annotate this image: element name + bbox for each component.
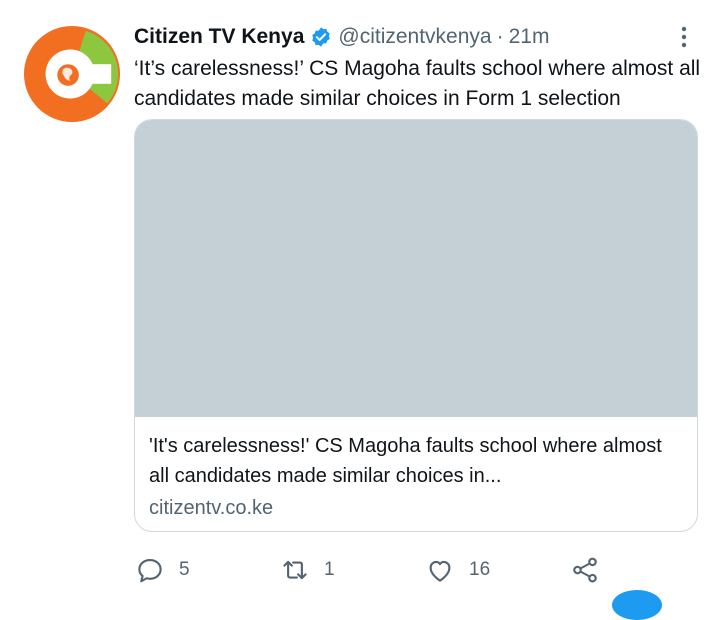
more-options-icon[interactable]: [672, 24, 696, 50]
reply-button[interactable]: 5: [135, 555, 190, 585]
compose-button-edge[interactable]: [612, 590, 662, 620]
separator-dot: ·: [496, 25, 504, 48]
like-count: 16: [469, 559, 491, 580]
share-icon: [573, 557, 597, 583]
tweet[interactable]: Citizen TV Kenya @citizentvkenya · 21m ‘…: [0, 0, 720, 620]
link-card[interactable]: 'It's carelessness!' CS Magoha faults sc…: [134, 119, 698, 532]
reply-count: 5: [179, 559, 190, 580]
citizen-tv-logo: [23, 25, 121, 123]
author-name[interactable]: Citizen TV Kenya: [134, 25, 304, 49]
card-image[interactable]: [135, 120, 697, 417]
like-button[interactable]: 16: [425, 555, 490, 585]
retweet-button[interactable]: 1: [280, 555, 335, 585]
author-handle[interactable]: @citizentvkenya: [338, 25, 491, 49]
avatar[interactable]: [23, 25, 121, 123]
tweet-text: ‘It’s carelessness!’ CS Magoha faults sc…: [134, 57, 701, 110]
tweet-header: Citizen TV Kenya @citizentvkenya · 21m: [134, 22, 694, 52]
card-title: 'It's carelessness!' CS Magoha faults sc…: [149, 435, 662, 487]
retweet-icon: [283, 560, 307, 580]
like-icon: [429, 560, 451, 582]
verified-badge-icon: [310, 26, 332, 48]
tweet-time[interactable]: 21m: [509, 25, 550, 49]
card-domain: citizentv.co.ke: [149, 497, 274, 519]
share-button[interactable]: [570, 555, 600, 585]
reply-icon: [138, 558, 162, 583]
retweet-count: 1: [324, 559, 335, 580]
